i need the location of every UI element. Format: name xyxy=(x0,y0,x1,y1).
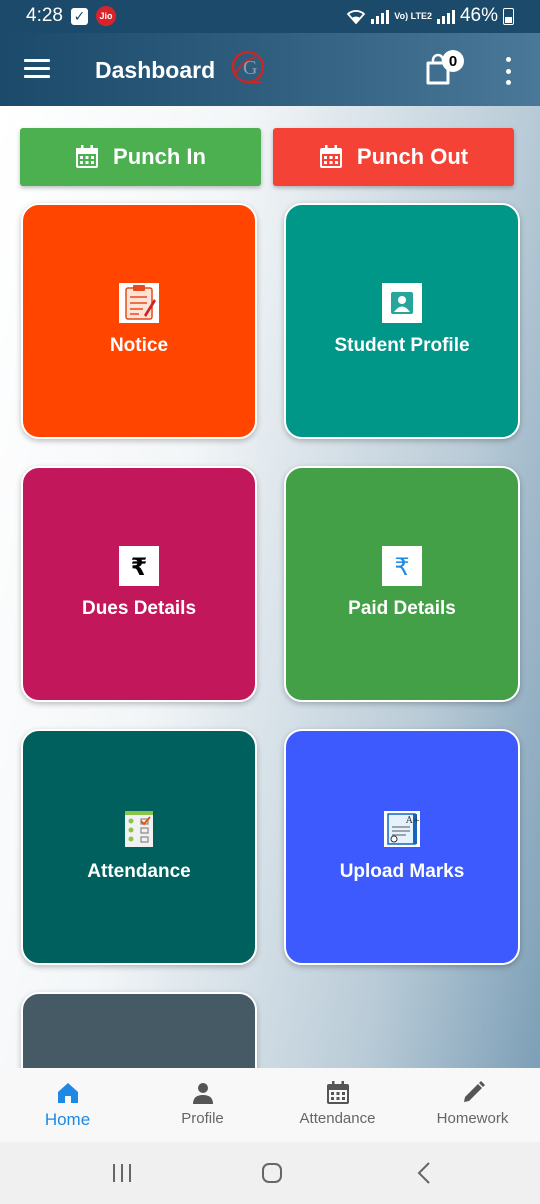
pencil-icon xyxy=(463,1081,485,1102)
app-bar: Dashboard G 0 xyxy=(0,33,540,106)
home-circle-icon xyxy=(262,1163,282,1183)
punch-in-button[interactable]: Punch In xyxy=(20,128,261,186)
nav-label: Profile xyxy=(181,1110,224,1127)
punch-out-label: Punch Out xyxy=(356,144,469,169)
status-time: 4:28 xyxy=(26,5,63,26)
tile-label: Attendance xyxy=(87,861,191,882)
svg-text:₹: ₹ xyxy=(394,553,409,581)
tile-more[interactable] xyxy=(21,992,257,1068)
nav-label: Homework xyxy=(436,1110,509,1127)
calendar-icon xyxy=(76,145,99,168)
tile-label: Dues Details xyxy=(81,598,197,619)
battery-icon xyxy=(503,7,514,25)
nav-home[interactable]: Home xyxy=(0,1068,135,1142)
tile-notice[interactable]: Notice xyxy=(21,203,257,439)
app-logo: G xyxy=(231,50,265,84)
punch-out-button[interactable]: Punch Out xyxy=(273,128,514,186)
wifi-icon xyxy=(347,10,366,24)
signal-icon-2 xyxy=(436,8,455,24)
certificate-icon: A+ xyxy=(384,811,420,847)
battery-percent: 46% xyxy=(459,5,498,26)
tile-student-profile[interactable]: Student Profile xyxy=(284,203,520,439)
tile-label: Upload Marks xyxy=(339,861,465,882)
home-icon xyxy=(57,1083,78,1103)
recent-apps-icon xyxy=(113,1164,131,1182)
profile-card-icon xyxy=(382,283,422,323)
tile-label: Student Profile xyxy=(334,335,470,356)
system-nav-bar xyxy=(0,1142,540,1204)
signal-icon xyxy=(371,8,390,24)
network-label: Vo) LTE2 xyxy=(394,10,432,21)
nav-label: Attendance xyxy=(299,1110,376,1127)
bottom-nav: Home Profile Attendance Homework xyxy=(0,1068,540,1142)
tile-label: Paid Details xyxy=(348,598,456,619)
tile-paid-details[interactable]: ₹ Paid Details xyxy=(284,466,520,702)
attendance-list-icon xyxy=(125,811,153,847)
back-button[interactable] xyxy=(414,1160,434,1186)
rupee-icon: ₹ xyxy=(119,546,159,586)
nav-homework[interactable]: Homework xyxy=(405,1068,540,1142)
calendar-icon xyxy=(319,145,342,168)
person-icon xyxy=(192,1083,213,1104)
tile-upload-marks[interactable]: A+ Upload Marks xyxy=(284,729,520,965)
clipboard-icon xyxy=(119,283,159,323)
jio-icon: Jio xyxy=(95,6,116,26)
checkbox-icon: ✓ xyxy=(70,7,88,25)
tile-dues-details[interactable]: ₹ Dues Details xyxy=(21,466,257,702)
nav-attendance[interactable]: Attendance xyxy=(270,1068,405,1142)
more-vert-icon[interactable] xyxy=(500,57,516,85)
status-bar: 4:28 ✓ Jio Vo) LTE2 46% xyxy=(0,0,540,33)
dashboard-content: Punch In Punch Out Notice Student Profil… xyxy=(0,106,540,1068)
hamburger-menu-icon[interactable] xyxy=(24,59,50,79)
svg-text:A+: A+ xyxy=(405,816,420,826)
nav-profile[interactable]: Profile xyxy=(135,1068,270,1142)
tile-label: Notice xyxy=(109,335,169,356)
rupee-icon: ₹ xyxy=(382,546,422,586)
back-chevron-icon xyxy=(417,1162,430,1184)
tile-attendance[interactable]: Attendance xyxy=(21,729,257,965)
svg-text:₹: ₹ xyxy=(131,553,148,581)
recent-apps-button[interactable] xyxy=(110,1160,134,1186)
cart-count-badge: 0 xyxy=(442,50,464,72)
calendar-icon xyxy=(326,1081,349,1104)
page-title: Dashboard xyxy=(95,57,216,83)
svg-text:G: G xyxy=(243,57,257,79)
home-button[interactable] xyxy=(260,1160,284,1186)
punch-in-label: Punch In xyxy=(113,144,206,169)
nav-label: Home xyxy=(44,1110,91,1129)
